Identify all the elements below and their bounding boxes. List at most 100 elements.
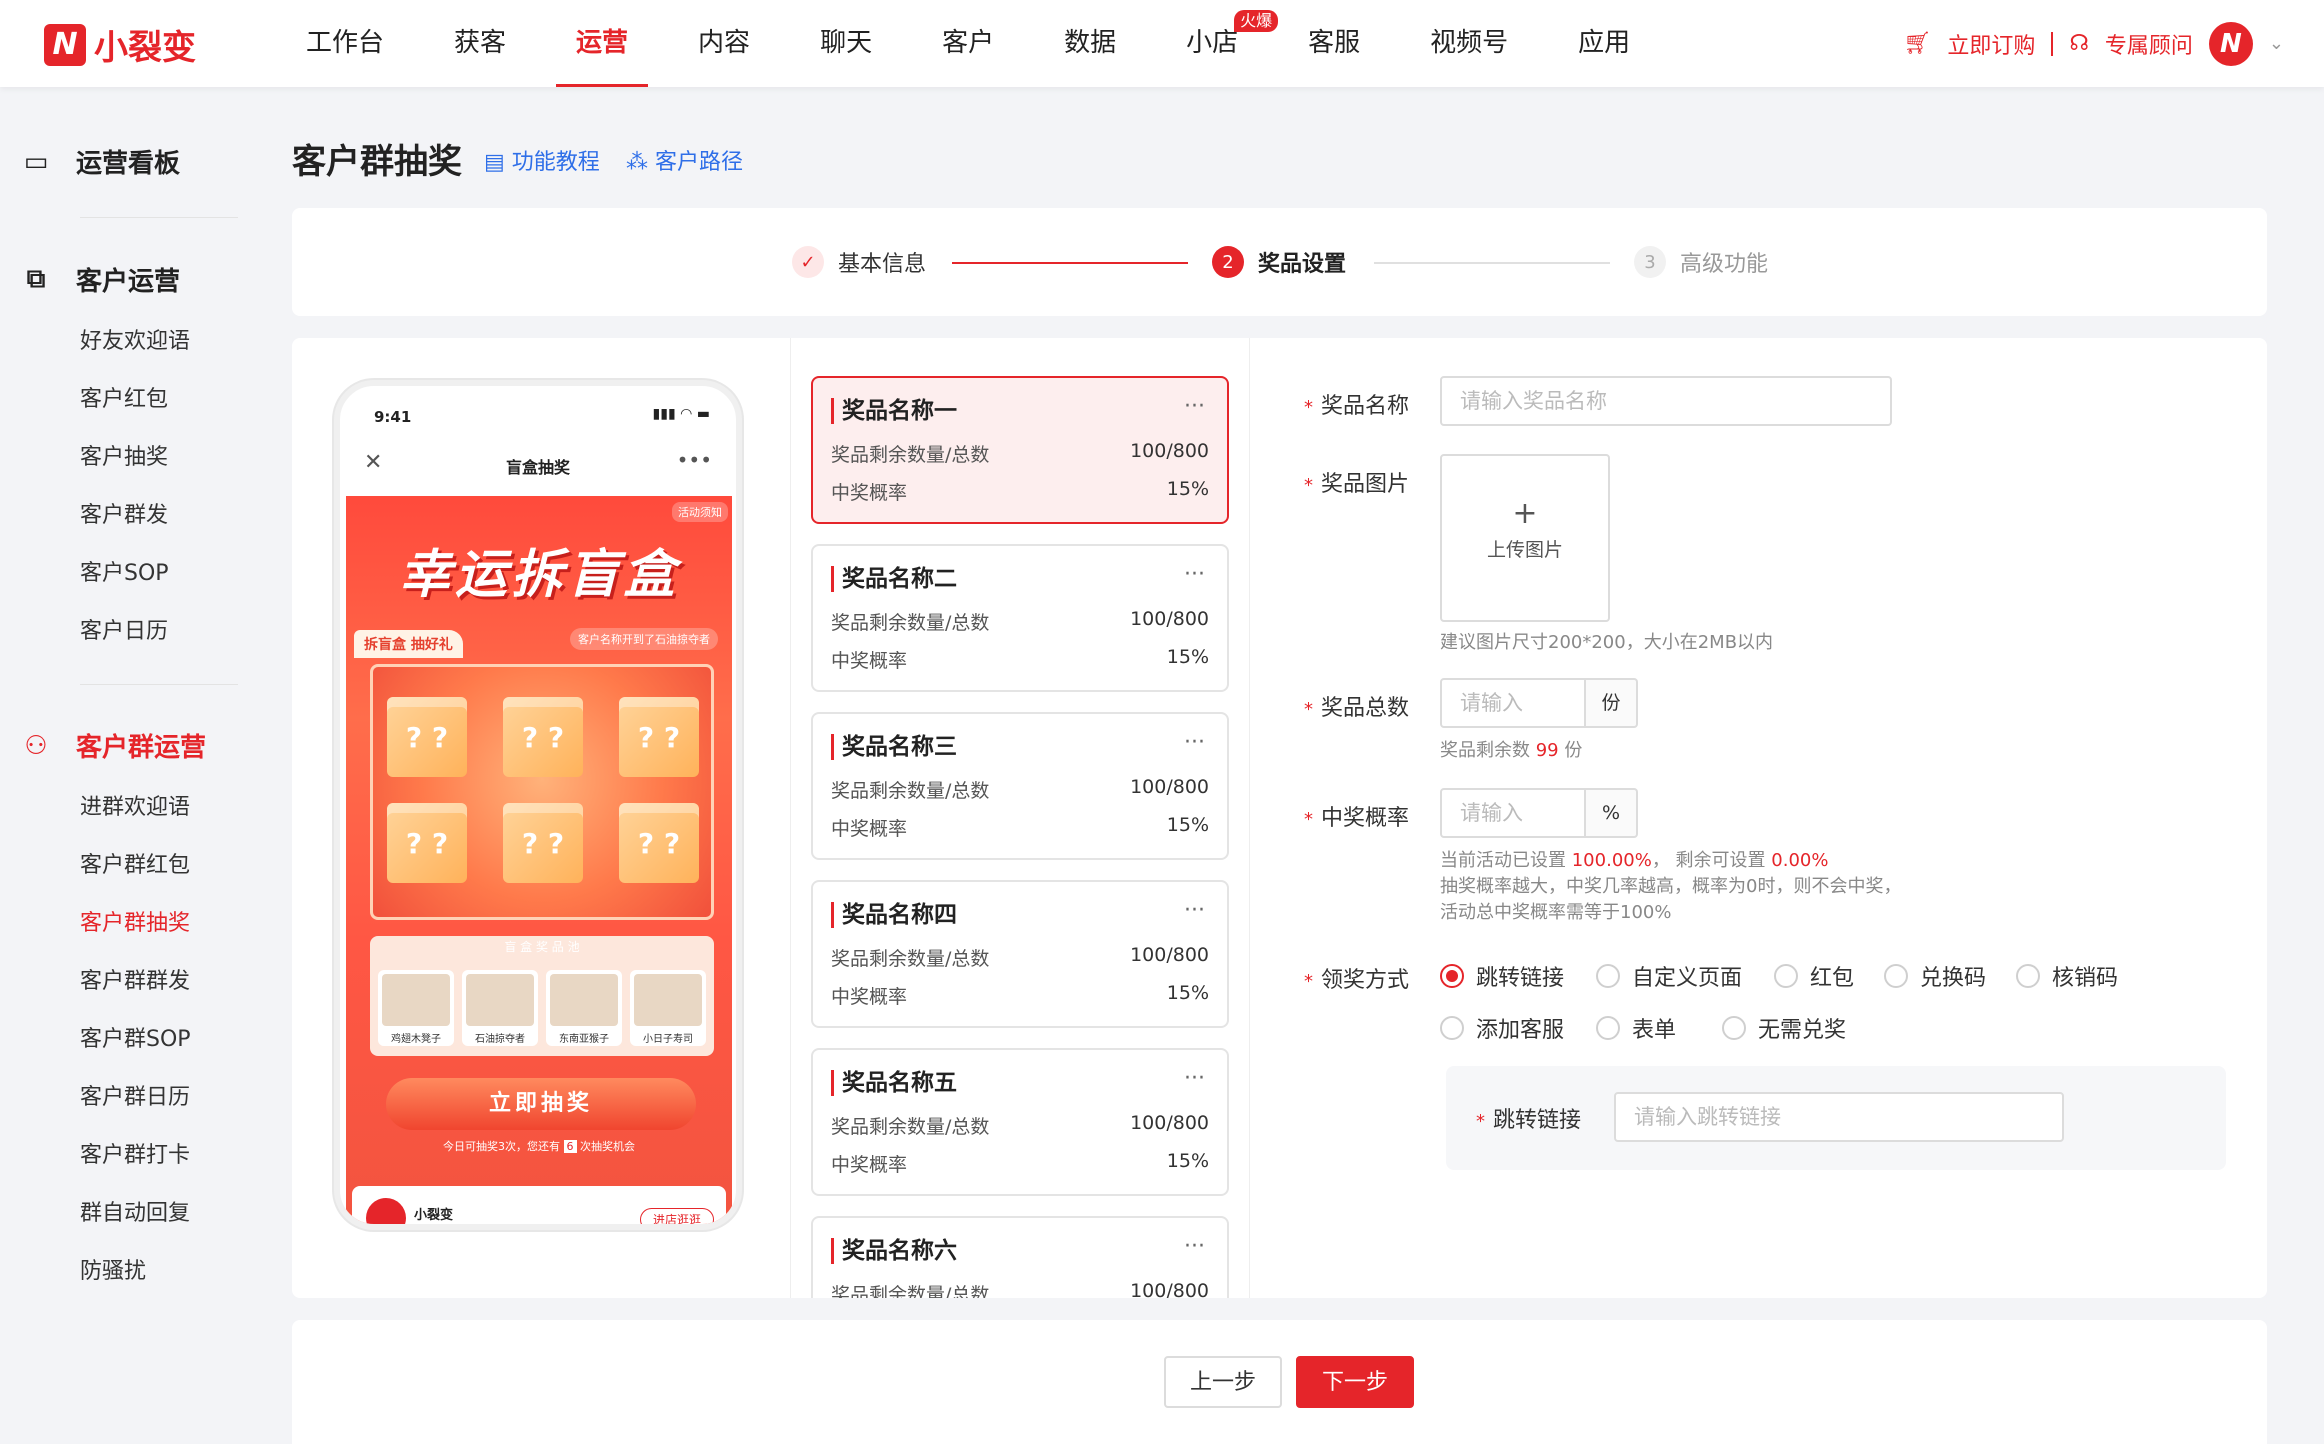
prize-name: 奖品名称四 [831,902,957,928]
win-rate-label-text: 中奖概率 [1321,806,1410,831]
nav-item-content[interactable]: 内容 [678,0,770,87]
sidebar-item-group-welcome[interactable]: 进群欢迎语 [80,789,190,821]
nav-item-shop[interactable]: 小店 火爆 [1166,0,1279,87]
prize-image-label-text: 奖品图片 [1321,472,1410,497]
gift-box-icon: ? ? [387,803,467,883]
sidebar-item-customer-lottery[interactable]: 客户抽奖 [80,439,168,471]
chevron-down-icon[interactable]: ⌄ [2269,33,2284,54]
customer-path-link[interactable]: ⁂ 客户路径 [626,144,743,176]
radio-no-claim[interactable]: 无需兑奖 [1722,1012,1846,1044]
radio-label: 表单 [1632,1018,1677,1043]
prize-rate: 15% [1166,814,1209,836]
more-icon[interactable]: ··· [1184,730,1205,755]
radio-form[interactable]: 表单 [1596,1012,1676,1044]
pool-item-name: 石油掠夺者 [475,1034,525,1045]
nav-item-operations[interactable]: 运营 [556,0,649,87]
prize-total-label-text: 奖品总数 [1321,696,1410,721]
draw-tip-post: 次抽奖机会 [580,1140,635,1153]
more-icon[interactable]: ··· [1184,898,1205,923]
required-mark: * [1304,809,1313,830]
book-icon: ▤ [484,150,512,175]
visit-shop-button: 进店逛逛 [639,1208,714,1224]
sidebar-item-friend-welcome[interactable]: 好友欢迎语 [80,323,190,355]
step-basic-info[interactable]: ✓ 基本信息 [792,246,926,278]
remaining-hint-pre: 奖品剩余数 [1440,740,1530,761]
nav-item-channels[interactable]: 视频号 [1410,0,1528,87]
header-actions: 🛒︎ 立即订购 ☊ 专属顾问 N ⌄ [1903,0,2284,87]
nav-item-chat[interactable]: 聊天 [800,0,892,87]
nav-item-service[interactable]: 客服 [1288,0,1380,87]
step-advanced[interactable]: 3 高级功能 [1634,246,1768,278]
gift-box-icon: ? ? [503,697,583,777]
step-prize-settings[interactable]: 2 奖品设置 [1212,246,1346,278]
nav-item-customer[interactable]: 客户 [922,0,1014,87]
next-step-button[interactable]: 下一步 [1296,1356,1414,1408]
more-icon[interactable]: ··· [1184,1234,1205,1259]
prev-step-button[interactable]: 上一步 [1164,1356,1282,1408]
radio-jump-link[interactable]: 跳转链接 [1440,960,1564,992]
advisor-link[interactable]: 专属顾问 [2105,28,2193,60]
rate-info-line2: 抽奖概率越大，中奖几率越高，概率为0时，则不会中奖， [1440,876,1902,897]
prize-remaining-label: 奖品剩余数量/总数 [831,444,990,466]
nav-item-acquire[interactable]: 获客 [434,0,526,87]
radio-custom-page[interactable]: 自定义页面 [1596,960,1742,992]
sidebar-item-group-sop[interactable]: 客户群SOP [80,1021,191,1053]
required-mark: * [1304,397,1313,418]
upload-label: 上传图片 [1486,539,1563,561]
radio-redeem-code[interactable]: 兑换码 [1884,960,1986,992]
win-rate-input[interactable]: 请输入 [1440,788,1586,838]
prize-total-input[interactable]: 请输入 [1440,678,1586,728]
step-connector [1374,262,1610,264]
more-icon[interactable]: ··· [1184,394,1205,419]
sidebar-item-customer-redpack[interactable]: 客户红包 [80,381,168,413]
nav-item-data[interactable]: 数据 [1044,0,1136,87]
prize-card[interactable]: 奖品名称一 ··· 奖品剩余数量/总数 100/800 中奖概率 15% [811,376,1229,524]
prize-name-input[interactable]: 请输入奖品名称 [1440,376,1892,426]
main-nav: 工作台 获客 运营 内容 聊天 客户 数据 小店 火爆 客服 视频号 应用 [286,0,1680,87]
jump-link-input[interactable]: 请输入跳转链接 [1614,1092,2064,1142]
tutorial-link[interactable]: ▤ 功能教程 [484,144,600,176]
sidebar-item-anti-spam[interactable]: 防骚扰 [80,1253,146,1285]
more-icon[interactable]: ··· [1184,1066,1205,1091]
pool-item: 东南亚猴子 [546,970,622,1046]
sidebar-section-group-ops[interactable]: ⚇ 客户群运营 [18,727,206,764]
sidebar-item-customer-calendar[interactable]: 客户日历 [80,613,168,645]
more-icon[interactable]: ··· [1184,562,1205,587]
prize-card[interactable]: 奖品名称五 ··· 奖品剩余数量/总数 100/800 中奖概率 15% [811,1048,1229,1196]
sidebar-item-group-redpack[interactable]: 客户群红包 [80,847,190,879]
draw-tip-num: 6 [563,1140,577,1153]
sidebar-item-auto-reply[interactable]: 群自动回复 [80,1195,190,1227]
nav-item-workbench[interactable]: 工作台 [286,0,404,87]
nav-item-apps[interactable]: 应用 [1558,0,1650,87]
shop-logo [366,1198,406,1224]
logo[interactable]: N 小裂变 [44,20,196,69]
prize-card[interactable]: 奖品名称四 ··· 奖品剩余数量/总数 100/800 中奖概率 15% [811,880,1229,1028]
sidebar-item-dashboard[interactable]: ▭ 运营看板 [18,143,180,180]
sidebar-item-group-calendar[interactable]: 客户群日历 [80,1079,190,1111]
remaining-hint-num: 99 [1535,740,1559,761]
order-now-link[interactable]: 立即订购 [1947,28,2035,60]
sidebar-item-customer-sop[interactable]: 客户SOP [80,555,169,587]
radio-add-service[interactable]: 添加客服 [1440,1012,1564,1044]
prize-card[interactable]: 奖品名称二 ··· 奖品剩余数量/总数 100/800 中奖概率 15% [811,544,1229,692]
winner-notice: 客户名称开到了石油掠夺者 [570,628,718,650]
avatar[interactable]: N [2208,21,2253,66]
sidebar-item-customer-broadcast[interactable]: 客户群发 [80,497,168,529]
phone-time: 9:41 [374,408,412,426]
prize-card[interactable]: 奖品名称六 ··· 奖品剩余数量/总数 100/800 [811,1216,1229,1298]
radio-redpack[interactable]: 红包 [1774,960,1854,992]
prize-card[interactable]: 奖品名称三 ··· 奖品剩余数量/总数 100/800 中奖概率 15% [811,712,1229,860]
prize-remaining-label: 奖品剩余数量/总数 [831,780,990,802]
header-divider [2051,31,2054,56]
gift-box-icon: ? ? [387,697,467,777]
radio-verify-code[interactable]: 核销码 [2016,960,2118,992]
sidebar-item-group-lottery[interactable]: 客户群抽奖 [80,905,190,937]
sidebar-section-customer-ops[interactable]: ⧉ 客户运营 [18,261,180,298]
radio-dot [1440,964,1464,988]
required-mark: * [1304,475,1313,496]
sidebar-item-group-checkin[interactable]: 客户群打卡 [80,1137,190,1169]
sidebar-item-group-broadcast[interactable]: 客户群群发 [80,963,190,995]
sidebar-divider [80,217,238,218]
image-upload[interactable]: + 上传图片 [1440,454,1610,622]
tutorial-link-label: 功能教程 [511,150,600,175]
